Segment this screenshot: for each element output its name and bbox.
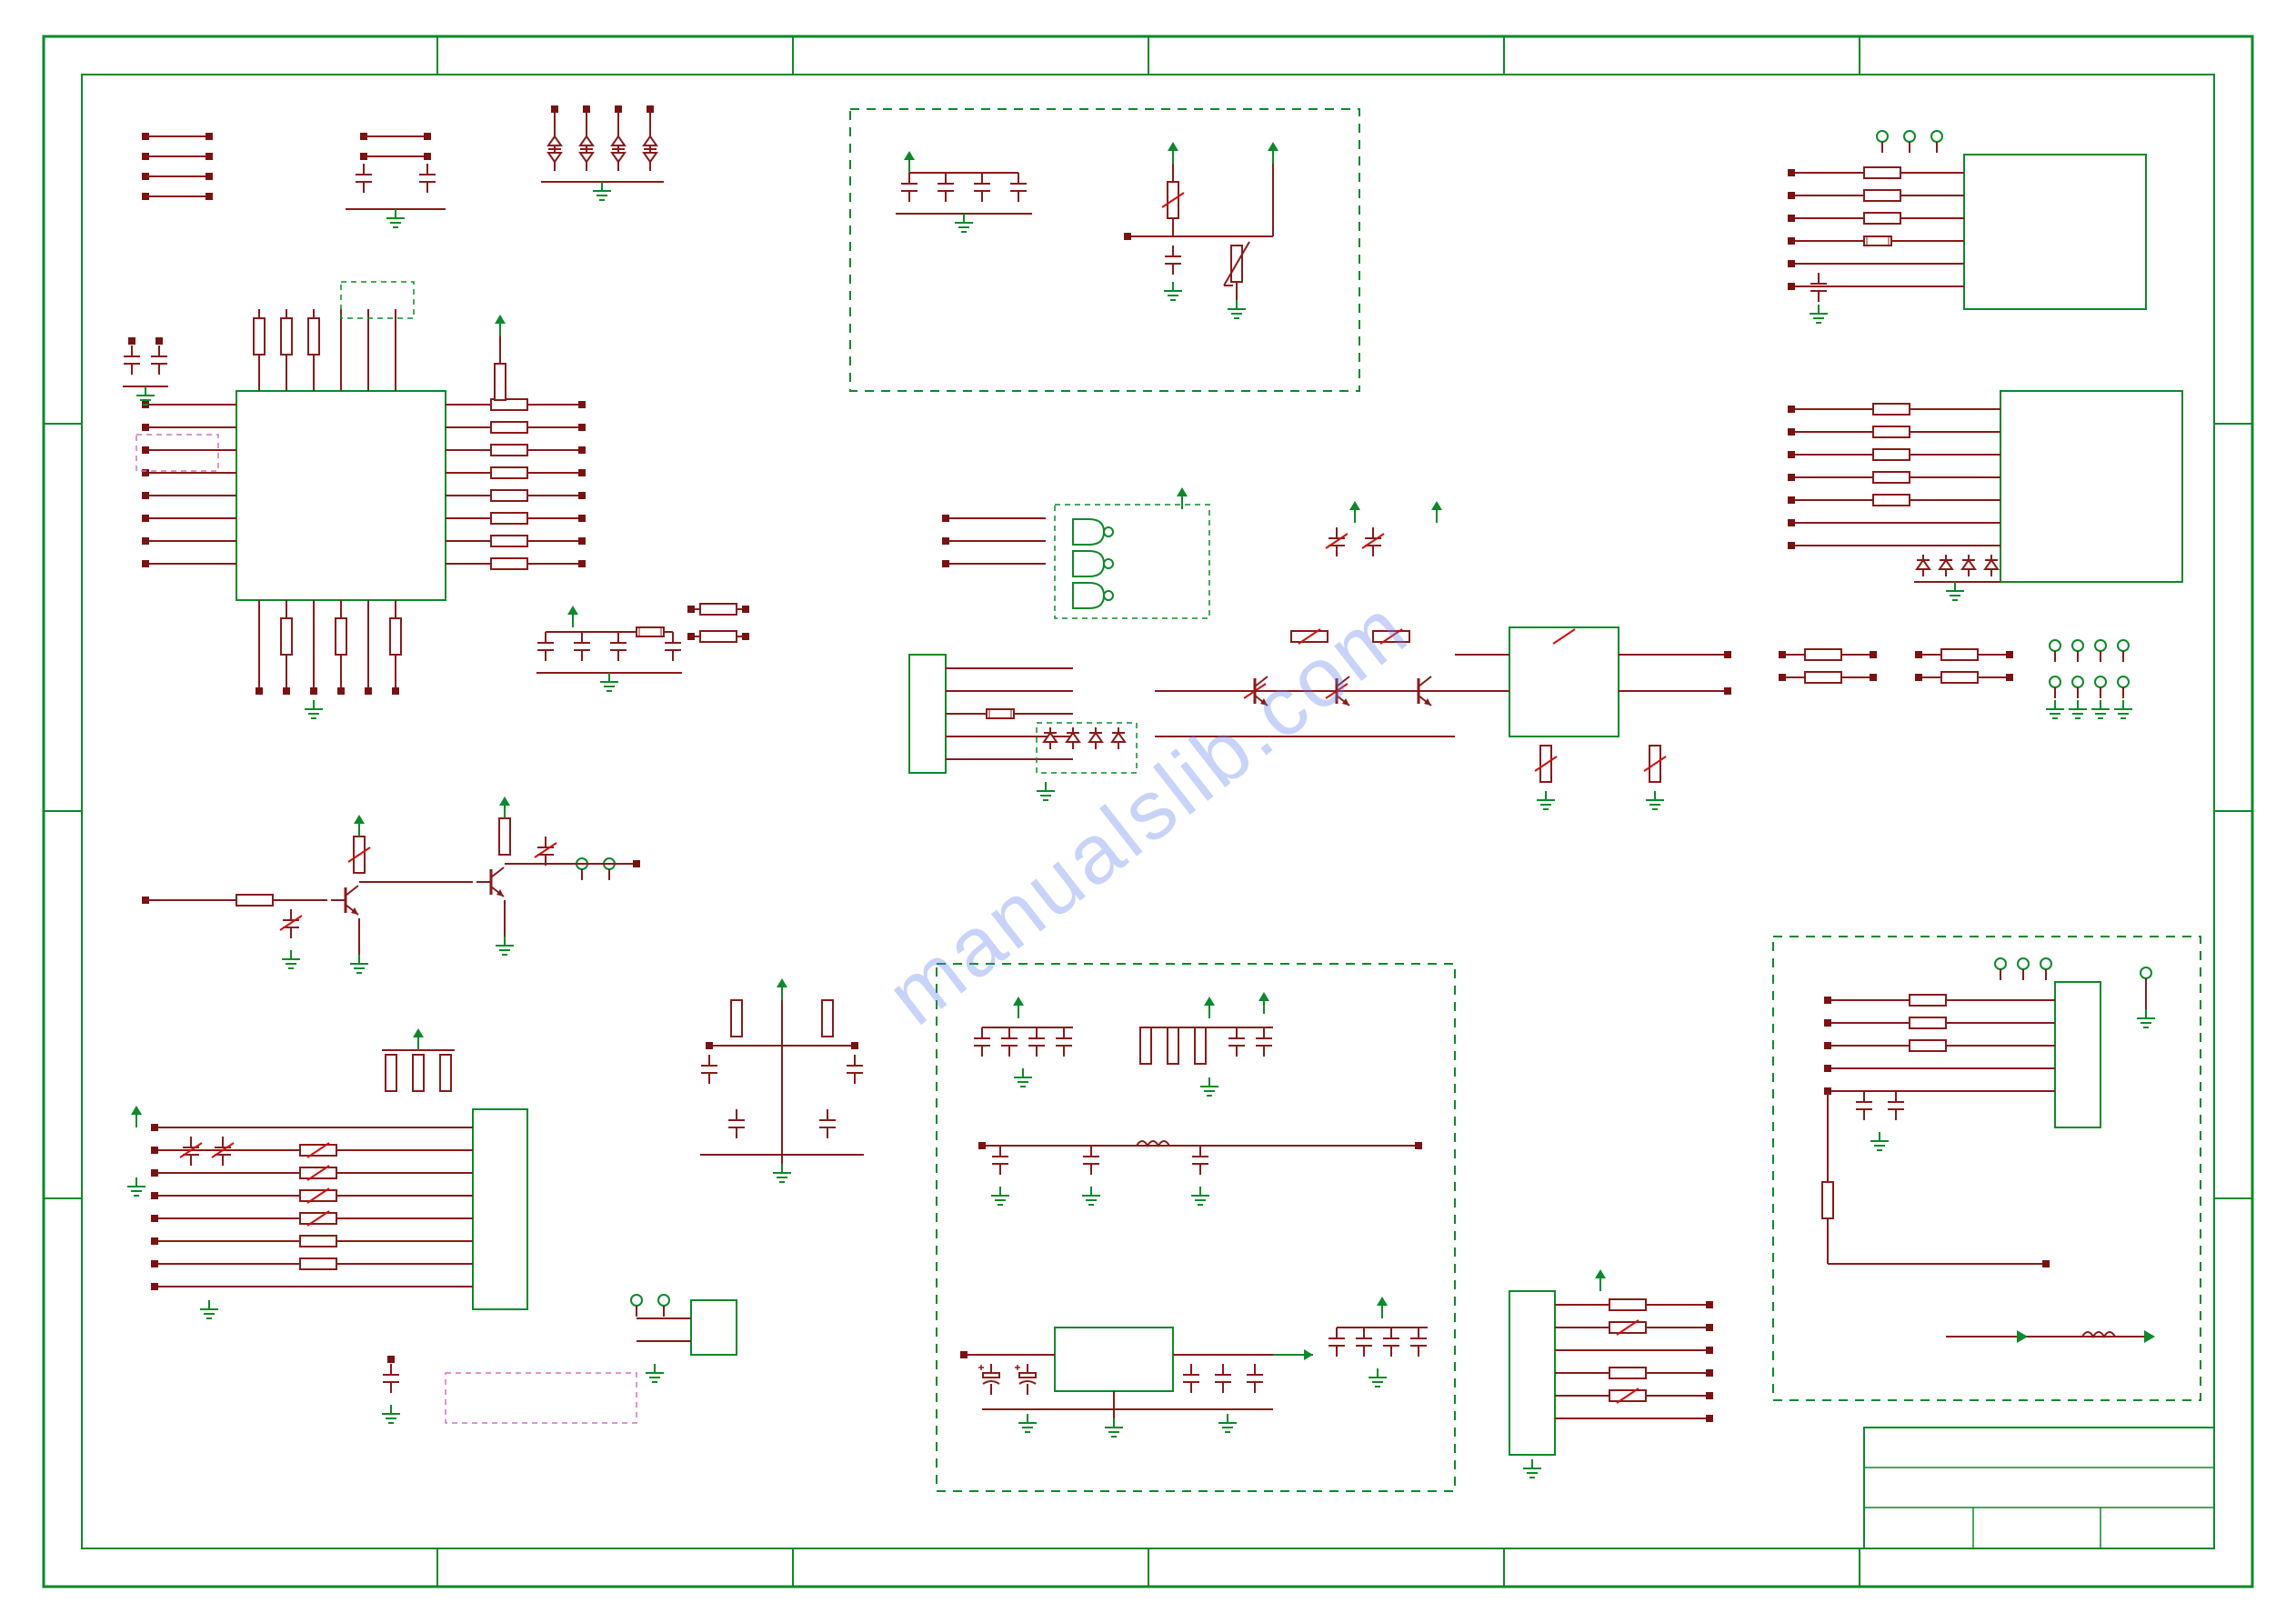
net-labels-top-left: [142, 133, 213, 200]
caps-block-top: [346, 133, 446, 227]
dnp-box: [446, 1373, 637, 1423]
cap-decouple-mid: [536, 604, 749, 691]
dashed-bottom-center: [937, 964, 1455, 1491]
ic-main: [142, 282, 586, 718]
tp-row: [2046, 640, 2132, 718]
conn-small-right: [1509, 1269, 1713, 1478]
arrow-only: [1946, 1330, 2155, 1343]
bjt-stage-left: [142, 796, 640, 973]
schematic-canvas: [0, 0, 2296, 1623]
dashed-bottom-right: [1773, 937, 2201, 1400]
cross-caps: [700, 978, 864, 1182]
tp-pair: [631, 1295, 737, 1382]
conn-top-right-1: [1788, 131, 2146, 323]
res-island-right: [1779, 649, 2013, 683]
single-cap-below: [382, 1356, 400, 1423]
title-block: [1864, 1428, 2214, 1548]
dashed-top-center: [850, 109, 1359, 391]
conn-top-right-2: [1788, 391, 2182, 600]
pullup-ic: [495, 315, 506, 400]
driver-center: [909, 487, 1731, 809]
decouple-left: [123, 337, 168, 405]
conn-bottom-left: [127, 1028, 527, 1318]
esd-array-top: [541, 105, 664, 200]
